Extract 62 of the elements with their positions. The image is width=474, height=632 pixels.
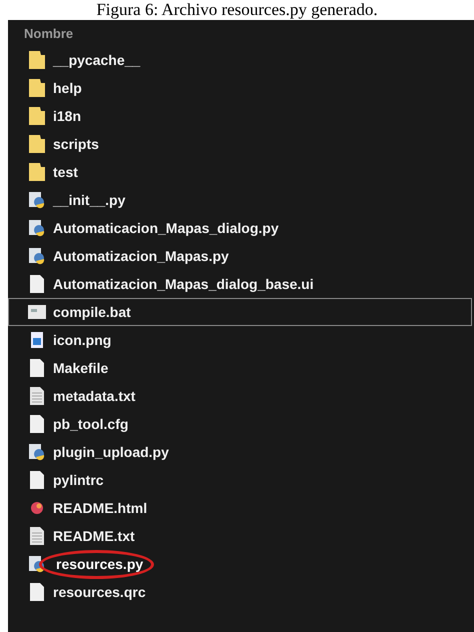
folder-icon bbox=[28, 78, 46, 98]
python-file-icon bbox=[28, 443, 46, 461]
file-name: help bbox=[53, 78, 82, 98]
file-row[interactable]: scripts bbox=[8, 130, 474, 158]
file-row[interactable]: pylintrc bbox=[8, 466, 474, 494]
folder-icon bbox=[28, 50, 46, 70]
folder-icon bbox=[28, 106, 46, 126]
file-name: pb_tool.cfg bbox=[53, 414, 128, 434]
file-row[interactable]: Automatizacion_Mapas.py bbox=[8, 242, 474, 270]
browser-file-icon bbox=[30, 501, 44, 515]
file-name: scripts bbox=[53, 134, 99, 154]
file-name: README.txt bbox=[53, 526, 135, 546]
file-icon bbox=[29, 274, 45, 294]
file-name: Makefile bbox=[53, 358, 108, 378]
file-row[interactable]: __pycache__ bbox=[8, 46, 474, 74]
text-file-icon bbox=[29, 526, 45, 546]
file-name: i18n bbox=[53, 106, 82, 126]
file-row[interactable]: __init__.py bbox=[8, 186, 474, 214]
python-file-icon bbox=[28, 247, 46, 265]
file-icon bbox=[29, 358, 45, 378]
file-name: icon.png bbox=[53, 330, 112, 350]
text-file-icon bbox=[29, 386, 45, 406]
file-icon bbox=[29, 582, 45, 602]
file-name: compile.bat bbox=[53, 302, 131, 322]
figure-caption: Figura 6: Archivo resources.py generado. bbox=[96, 0, 378, 20]
file-row[interactable]: Automatizacion_Mapas_dialog_base.ui bbox=[8, 270, 474, 298]
file-row[interactable]: i18n bbox=[8, 102, 474, 130]
file-name: Automatizacion_Mapas.py bbox=[53, 246, 229, 266]
file-name: __init__.py bbox=[53, 190, 126, 210]
python-file-icon bbox=[28, 555, 46, 573]
file-row[interactable]: compile.bat bbox=[8, 298, 472, 326]
file-icon bbox=[29, 470, 45, 490]
file-row[interactable]: resources.py bbox=[8, 550, 474, 578]
file-row[interactable]: README.txt bbox=[8, 522, 474, 550]
folder-icon bbox=[28, 134, 46, 154]
file-name: Automaticacion_Mapas_dialog.py bbox=[53, 218, 279, 238]
file-name: metadata.txt bbox=[53, 386, 136, 406]
file-name: README.html bbox=[53, 498, 148, 518]
file-name: resources.qrc bbox=[53, 582, 146, 602]
file-name: pylintrc bbox=[53, 470, 104, 490]
file-name: Automatizacion_Mapas_dialog_base.ui bbox=[53, 274, 314, 294]
file-row[interactable]: icon.png bbox=[8, 326, 474, 354]
file-row[interactable]: metadata.txt bbox=[8, 382, 474, 410]
file-icon bbox=[29, 414, 45, 434]
file-name: __pycache__ bbox=[53, 50, 140, 70]
file-row[interactable]: Makefile bbox=[8, 354, 474, 382]
python-file-icon bbox=[28, 191, 46, 209]
file-name: plugin_upload.py bbox=[53, 442, 169, 462]
window-icon bbox=[27, 304, 47, 320]
file-name: test bbox=[53, 162, 78, 182]
file-row[interactable]: README.html bbox=[8, 494, 474, 522]
file-row[interactable]: Automaticacion_Mapas_dialog.py bbox=[8, 214, 474, 242]
python-file-icon bbox=[28, 219, 46, 237]
file-row[interactable]: pb_tool.cfg bbox=[8, 410, 474, 438]
file-name: resources.py bbox=[39, 550, 154, 578]
folder-icon bbox=[28, 162, 46, 182]
file-row[interactable]: plugin_upload.py bbox=[8, 438, 474, 466]
file-row[interactable]: test bbox=[8, 158, 474, 186]
file-row[interactable]: resources.qrc bbox=[8, 578, 474, 606]
column-header[interactable]: Nombre bbox=[24, 24, 74, 44]
file-row[interactable]: help bbox=[8, 74, 474, 102]
image-file-icon bbox=[30, 331, 44, 349]
